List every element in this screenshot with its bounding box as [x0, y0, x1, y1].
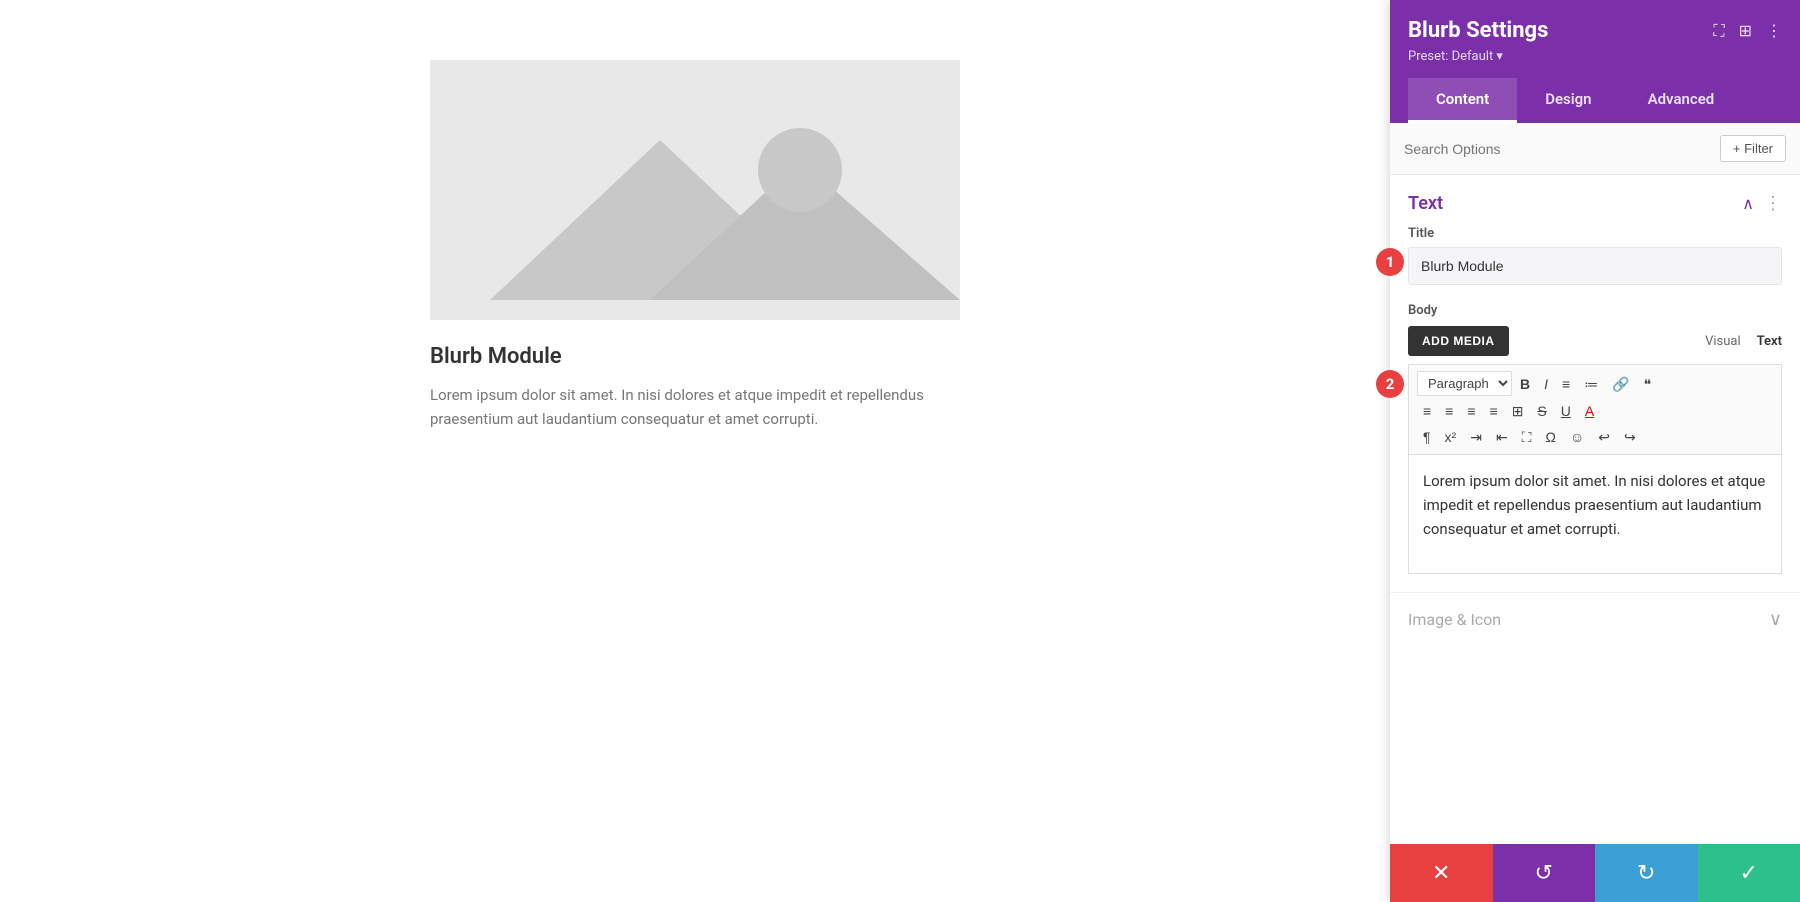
- collapse-icon[interactable]: ∧: [1742, 194, 1754, 213]
- title-field-label: Title: [1408, 226, 1782, 241]
- editor-content-area[interactable]: Lorem ipsum dolor sit amet. In nisi dolo…: [1408, 454, 1782, 574]
- image-icon-title: Image & Icon: [1408, 610, 1501, 629]
- title-input[interactable]: [1408, 247, 1782, 285]
- preview-area: Blurb Module Lorem ipsum dolor sit amet.…: [0, 0, 1390, 902]
- panel-footer: ✕ ↺ ↻ ✓: [1390, 844, 1800, 902]
- section-actions: ∧ ⋮: [1742, 193, 1782, 214]
- superscript-button[interactable]: x²: [1439, 426, 1463, 448]
- panel-title: Blurb Settings: [1408, 18, 1548, 43]
- table-button[interactable]: ⊞: [1506, 400, 1530, 422]
- editor-tab-text[interactable]: Text: [1757, 330, 1782, 353]
- strikethrough-button[interactable]: S: [1531, 400, 1552, 422]
- image-icon-section[interactable]: Image & Icon ∨: [1390, 592, 1800, 646]
- text-color-button[interactable]: A: [1579, 400, 1600, 422]
- panel-content: Text ∧ ⋮ Title Body ADD MEDIA Visual Tex…: [1390, 175, 1800, 844]
- search-bar: + Filter: [1390, 123, 1800, 175]
- step-badge-1: 1: [1376, 248, 1404, 276]
- body-text: Lorem ipsum dolor sit amet. In nisi dolo…: [1423, 472, 1765, 538]
- blockquote-button[interactable]: ❝: [1638, 373, 1658, 395]
- body-field-label: Body: [1408, 303, 1782, 318]
- paragraph-select[interactable]: Paragraph Heading 1 Heading 2: [1417, 371, 1512, 396]
- more-icon[interactable]: ⋮: [1766, 21, 1782, 40]
- align-center-button[interactable]: ≡: [1439, 400, 1459, 422]
- filter-button[interactable]: + Filter: [1720, 135, 1786, 162]
- image-placeholder: [430, 60, 960, 320]
- fullscreen-icon[interactable]: ⛶: [1713, 21, 1724, 41]
- panel-tabs: Content Design Advanced: [1408, 78, 1782, 123]
- grid-icon[interactable]: ⊞: [1739, 21, 1752, 40]
- emoji-button[interactable]: ☺: [1564, 426, 1590, 448]
- preset-label[interactable]: Preset: Default ▾: [1408, 49, 1782, 64]
- format-button[interactable]: ¶: [1417, 426, 1437, 448]
- add-media-button[interactable]: ADD MEDIA: [1408, 326, 1509, 356]
- text-section: Text ∧ ⋮ Title Body ADD MEDIA Visual Tex…: [1390, 175, 1800, 574]
- settings-panel: 1 2 Blurb Settings ⛶ ⊞ ⋮ Preset: Default…: [1390, 0, 1800, 902]
- save-button[interactable]: ✓: [1698, 844, 1800, 902]
- editor-header: ADD MEDIA Visual Text: [1408, 326, 1782, 356]
- preview-module-body: Lorem ipsum dolor sit amet. In nisi dolo…: [430, 383, 960, 431]
- section-title-text: Text: [1408, 193, 1443, 214]
- step-badge-2: 2: [1376, 370, 1404, 398]
- outdent-button[interactable]: ⇤: [1490, 426, 1514, 448]
- bold-button[interactable]: B: [1514, 373, 1536, 395]
- redo-editor-button[interactable]: ↪: [1618, 426, 1642, 448]
- expand-icon[interactable]: ∨: [1769, 609, 1782, 630]
- section-menu-icon[interactable]: ⋮: [1764, 193, 1782, 214]
- tab-advanced[interactable]: Advanced: [1620, 78, 1743, 123]
- tab-design[interactable]: Design: [1517, 78, 1619, 123]
- fullscreen-editor-button[interactable]: ⛶: [1516, 426, 1538, 448]
- align-right-button[interactable]: ≡: [1461, 400, 1481, 422]
- italic-button[interactable]: I: [1538, 373, 1554, 395]
- special-chars-button[interactable]: Ω: [1539, 426, 1561, 448]
- indent-button[interactable]: ⇥: [1464, 426, 1488, 448]
- panel-header: Blurb Settings ⛶ ⊞ ⋮ Preset: Default ▾ C…: [1390, 0, 1800, 123]
- editor-tab-visual[interactable]: Visual: [1705, 330, 1741, 353]
- underline-button[interactable]: U: [1555, 400, 1577, 422]
- undo-editor-button[interactable]: ↩: [1592, 426, 1616, 448]
- link-button[interactable]: 🔗: [1606, 373, 1635, 395]
- tab-content[interactable]: Content: [1408, 78, 1517, 123]
- undo-button[interactable]: ↺: [1493, 844, 1596, 902]
- preview-module-title: Blurb Module: [430, 344, 960, 369]
- editor-toolbar: Paragraph Heading 1 Heading 2 B I ≡ ≔ 🔗 …: [1408, 364, 1782, 454]
- align-justify-button[interactable]: ≡: [1484, 400, 1504, 422]
- editor-tabs: Visual Text: [1705, 330, 1782, 353]
- redo-button[interactable]: ↻: [1595, 844, 1698, 902]
- cancel-button[interactable]: ✕: [1390, 844, 1493, 902]
- search-input[interactable]: [1404, 141, 1712, 157]
- ordered-list-button[interactable]: ≔: [1578, 373, 1604, 395]
- align-left-button[interactable]: ≡: [1417, 400, 1437, 422]
- panel-header-icons: ⛶ ⊞ ⋮: [1713, 21, 1782, 41]
- section-header-text: Text ∧ ⋮: [1408, 175, 1782, 226]
- unordered-list-button[interactable]: ≡: [1556, 373, 1576, 395]
